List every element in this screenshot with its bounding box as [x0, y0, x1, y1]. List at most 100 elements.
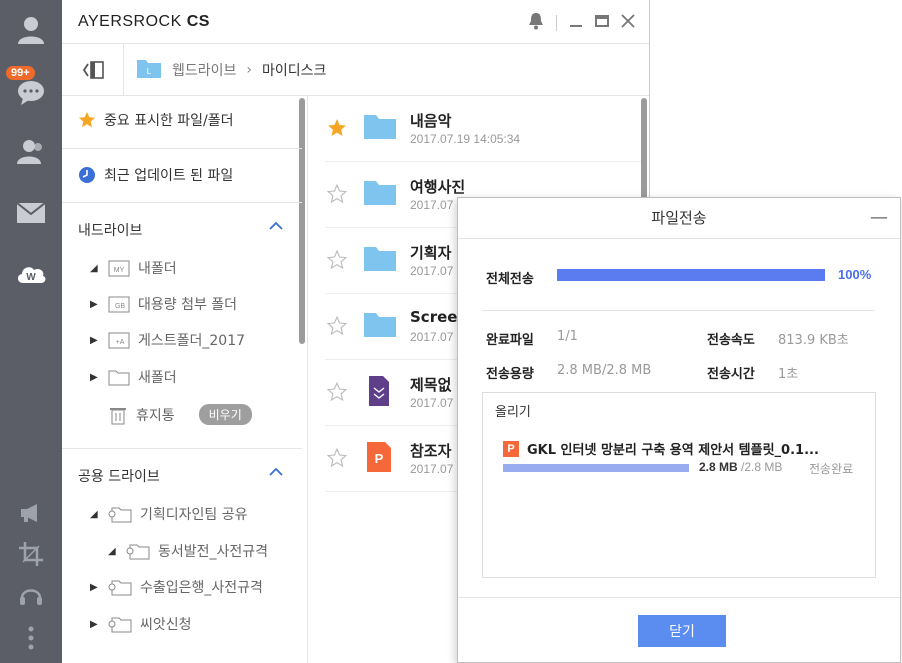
- caret-right-icon[interactable]: ▶: [90, 299, 100, 310]
- speed-value: 813.9 KB초: [778, 333, 849, 348]
- close-button[interactable]: 닫기: [638, 615, 726, 647]
- tree-item-guest-folder[interactable]: ▶ +A 게스트폴더_2017: [90, 330, 245, 350]
- folder-icon: GB: [108, 296, 130, 313]
- panel-toggle-button[interactable]: [62, 43, 124, 96]
- file-row[interactable]: 내음악 2017.07.19 14:05:34: [325, 96, 641, 162]
- shared-folder-icon: [126, 544, 150, 560]
- total-transfer-label: 전체전송: [486, 272, 534, 287]
- folder-icon: [363, 112, 397, 144]
- caret-down-icon[interactable]: ◢: [90, 263, 100, 274]
- chevron-up-icon[interactable]: [268, 220, 284, 236]
- tree-recent[interactable]: 최근 업데이트 된 파일: [78, 165, 233, 185]
- tree-scrollbar[interactable]: [299, 98, 305, 344]
- caret-down-icon[interactable]: ◢: [108, 546, 118, 557]
- tree-item-shared[interactable]: ▶ 수출입은행_사전규격: [90, 577, 263, 597]
- star-outline-icon[interactable]: [326, 249, 348, 274]
- speed-label: 전송속도: [707, 333, 755, 348]
- upload-list: 올리기 P GKL 인터넷 망분리 구축 용역 제안서 템플릿_0.1... 2…: [482, 392, 876, 578]
- tree-item-shared[interactable]: ▶ 씨앗신청: [90, 614, 192, 634]
- chat-icon[interactable]: [0, 78, 62, 108]
- caret-down-icon[interactable]: ◢: [90, 509, 100, 520]
- breadcrumb-root[interactable]: 웹드라이브: [172, 60, 236, 80]
- upload-size: 2.8 MB /2.8 MB: [699, 460, 783, 474]
- svg-text:P: P: [375, 451, 384, 466]
- tree-item-label: 대용량 첨부 폴더: [138, 297, 238, 313]
- upload-item: P GKL 인터넷 망분리 구축 용역 제안서 템플릿_0.1...: [503, 439, 819, 458]
- tree-my-drive[interactable]: 내드라이브: [78, 220, 142, 240]
- tree-item-label: 씨앗신청: [140, 617, 192, 633]
- caret-right-icon[interactable]: ▶: [90, 335, 100, 346]
- mail-icon[interactable]: [0, 200, 62, 226]
- empty-trash-button[interactable]: 비우기: [198, 404, 252, 425]
- more-icon[interactable]: [0, 624, 62, 652]
- file-name: 참조자: [410, 442, 452, 460]
- powerpoint-file-icon: P: [367, 442, 391, 476]
- megaphone-icon[interactable]: [0, 500, 62, 526]
- file-date: 2017.07: [410, 264, 454, 278]
- tree-shared-drive[interactable]: 공용 드라이브: [78, 466, 160, 486]
- star-outline-icon[interactable]: [326, 381, 348, 406]
- caret-right-icon[interactable]: ▶: [90, 619, 100, 630]
- chevron-up-icon[interactable]: [268, 466, 284, 482]
- shared-folder-icon: [108, 617, 132, 633]
- tree-favorites[interactable]: 중요 표시한 파일/폴더: [78, 110, 234, 130]
- powerpoint-file-icon: P: [503, 440, 519, 457]
- done-files-label: 완료파일: [486, 333, 534, 348]
- done-files-value: 1/1: [557, 329, 578, 344]
- caret-right-icon[interactable]: ▶: [90, 372, 100, 383]
- tree-recent-label: 최근 업데이트 된 파일: [104, 168, 234, 184]
- file-date: 2017.07: [410, 396, 454, 410]
- tree-favorites-label: 중요 표시한 파일/폴더: [104, 113, 234, 129]
- bell-icon[interactable]: [528, 12, 544, 34]
- shared-folder-icon: [108, 580, 132, 596]
- shared-folder-icon: [108, 507, 132, 523]
- close-icon[interactable]: [621, 14, 635, 32]
- file-date: 2017.07: [410, 462, 454, 476]
- dialog-divider: [482, 310, 874, 311]
- star-icon: [79, 112, 95, 128]
- maximize-icon[interactable]: [595, 14, 609, 32]
- app-title: AYERSROCK CS: [78, 12, 210, 30]
- upload-progress-bar: [503, 464, 689, 472]
- document-file-icon: [369, 376, 389, 410]
- user-icon[interactable]: [0, 12, 62, 48]
- file-transfer-dialog: 파일전송 — 전체전송 100% 완료파일 1/1 전송속도 813.9 KB초…: [457, 197, 901, 663]
- folder-tree: 중요 표시한 파일/폴더 최근 업데이트 된 파일 내드라이브 ◢ MY 내폴더…: [62, 96, 308, 663]
- dialog-title-bar: 파일전송 —: [458, 198, 900, 239]
- tree-item-my-folder[interactable]: ◢ MY 내폴더: [90, 258, 177, 278]
- crop-icon[interactable]: [0, 540, 62, 568]
- star-outline-icon[interactable]: [326, 315, 348, 340]
- tree-item-large-attach[interactable]: ▶ GB 대용량 첨부 폴더: [90, 294, 237, 314]
- tree-item-label: 수출입은행_사전규격: [140, 580, 263, 596]
- caret-right-icon[interactable]: ▶: [90, 582, 100, 593]
- star-icon[interactable]: [327, 118, 347, 142]
- svg-text:GB: GB: [115, 303, 125, 310]
- star-outline-icon[interactable]: [326, 447, 348, 472]
- file-list-scrollbar[interactable]: [641, 98, 647, 208]
- file-name: 여행사진: [410, 178, 466, 196]
- minimize-icon[interactable]: [569, 14, 583, 32]
- file-date: 2017.07.19 14:05:34: [410, 132, 521, 146]
- tree-divider: [62, 202, 302, 203]
- breadcrumb: L 웹드라이브 › 마이디스크: [124, 57, 326, 83]
- file-name: 기획자: [410, 244, 452, 262]
- svg-text:W: W: [26, 272, 36, 283]
- headset-icon[interactable]: [0, 582, 62, 610]
- tree-item-shared[interactable]: ◢ 기획디자인팀 공유: [90, 504, 248, 524]
- star-outline-icon[interactable]: [326, 183, 348, 208]
- total-progress-fill: [557, 269, 825, 281]
- contacts-icon[interactable]: [0, 136, 62, 168]
- minimize-dialog-icon[interactable]: —: [870, 198, 888, 238]
- total-progress-bar: [557, 269, 825, 281]
- drive-icon: L: [136, 57, 162, 83]
- trash-icon: [110, 407, 126, 424]
- tree-item-label: 동서발전_사전규격: [158, 544, 269, 560]
- cloud-drive-icon[interactable]: W: [0, 258, 62, 288]
- tree-item-shared[interactable]: ◢ 동서발전_사전규격: [108, 541, 268, 561]
- dialog-title: 파일전송: [651, 209, 707, 227]
- collapse-panel-icon: [82, 60, 104, 79]
- tree-item-trash[interactable]: 휴지통 비우기: [108, 404, 252, 425]
- tree-item-label: 내폴더: [138, 261, 177, 277]
- file-date: 2017.07: [410, 198, 454, 212]
- tree-item-new-folder[interactable]: ▶ 새폴더: [90, 367, 177, 387]
